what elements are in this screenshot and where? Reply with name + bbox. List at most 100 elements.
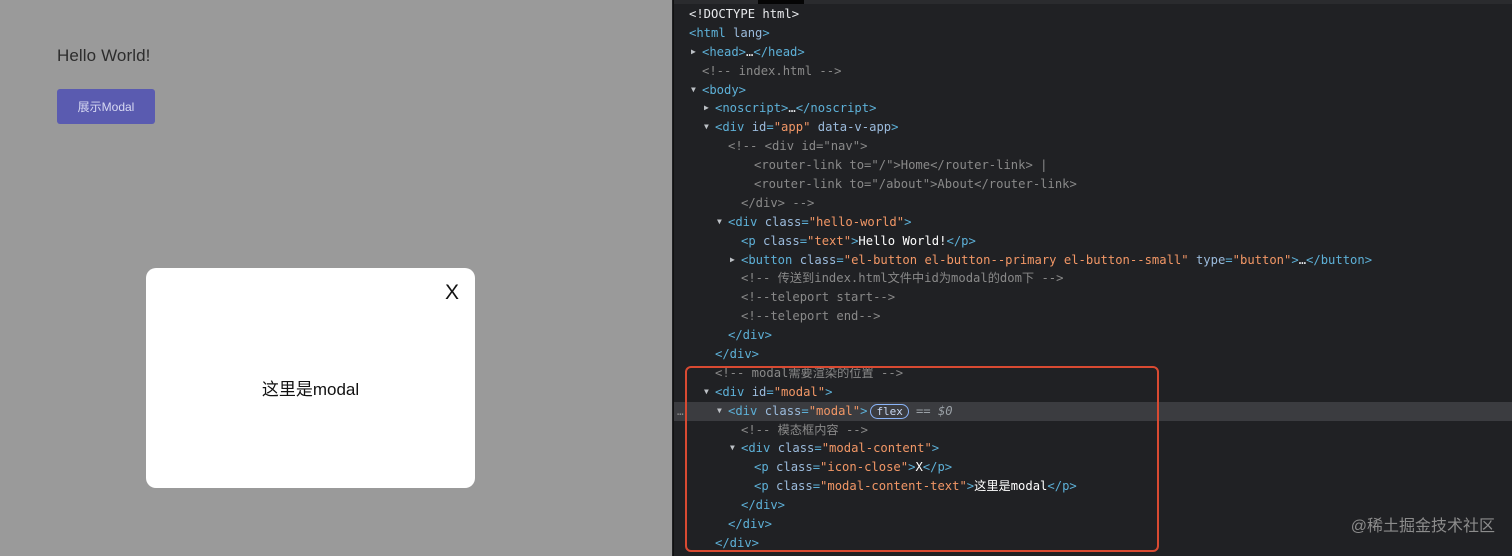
dom-tree-line[interactable]: </div> [674,345,1512,364]
dom-tree-line[interactable]: ▼ <div id="app" data-v-app> [674,118,1512,137]
dom-line-content: <button class="el-button el-button--prim… [741,251,1372,270]
token-attr: lang [733,25,763,40]
token-tag: </head> [753,44,805,59]
dom-line-content: <body> [702,81,746,100]
dom-tree-line[interactable]: ▼ <div class="hello-world"> [674,213,1512,232]
token-com: <!-- 传送到index.html文件中id为modal的dom下 --> [741,271,1064,286]
token-attr: class [799,252,837,267]
expand-triangle-closed-icon[interactable]: ▶ [691,43,696,62]
token-com: <!--teleport start--> [741,290,896,305]
token-txt: … [1298,252,1307,267]
token-attr: class [764,214,802,229]
dom-line-content: <!DOCTYPE html> [689,5,799,24]
token-tag: </noscript> [795,101,877,116]
dom-line-content: <!-- 传送到index.html文件中id为modal的dom下 --> [741,269,1063,288]
dom-tree-line[interactable]: ▶ <head>…</head> [674,43,1512,62]
token-txt-strong: Hello World! [858,233,947,248]
hello-world-text: Hello World! [57,46,151,65]
dom-line-content: <!--teleport start--> [741,288,895,307]
dom-line-content: <!-- <div id="nav"> [728,137,867,156]
token-attr: data-v-app [810,120,892,135]
selected-node-dots[interactable]: … [677,405,684,418]
dom-tree-line[interactable]: <router-link to="/">Home</router-link> | [674,156,1512,175]
modal-close-icon[interactable]: X [445,282,459,303]
token-tag: > [1291,252,1299,267]
token-com: <!-- <div id="nav"> [728,139,868,154]
token-doctype: <!DOCTYPE html> [689,7,800,21]
dom-tree-line[interactable]: </div> [674,326,1512,345]
token-tag: <p [741,233,764,248]
dom-line-content: <router-link to="/">Home</router-link> | [754,156,1048,175]
token-tag: </button> [1306,252,1373,267]
dom-tree-line[interactable]: </div> --> [674,194,1512,213]
expand-triangle-closed-icon[interactable]: ▶ [730,251,735,270]
dom-tree-line[interactable]: ▶ <button class="el-button el-button--pri… [674,251,1512,270]
dom-tree-line[interactable]: <!-- 传送到index.html文件中id为modal的dom下 --> [674,269,1512,288]
token-val: "app" [773,120,811,135]
dom-tree-line[interactable]: <!DOCTYPE html> [674,5,1512,24]
dom-tree-line[interactable]: <p class="text">Hello World!</p> [674,232,1512,251]
token-tag: <head> [702,44,747,59]
dom-line-content: </div> --> [741,194,814,213]
dom-line-content: </div> [715,345,759,364]
token-tag: > [762,25,770,40]
token-tag: <button [741,252,800,267]
dom-tree-line[interactable]: <!--teleport start--> [674,288,1512,307]
dom-tree-line[interactable]: <!-- index.html --> [674,62,1512,81]
token-tag: <noscript> [715,101,789,116]
token-tag: = [836,252,844,267]
dom-line-content: <div class="hello-world"> [728,213,911,232]
token-val: "button" [1232,252,1292,267]
watermark-text: @稀土掘金技术社区 [1350,518,1495,535]
token-com: <!-- index.html --> [702,63,842,78]
dom-tree-line[interactable]: <html lang> [674,24,1512,43]
token-tag: = [799,233,808,248]
token-txt: … [788,101,796,116]
token-attr: type [1188,252,1226,267]
dom-line-content: </div> [728,326,772,345]
modal-dialog: X 这里是modal [146,268,475,488]
dom-tree-line[interactable]: ▼ <body> [674,81,1512,100]
token-tag: = [1225,252,1233,267]
dom-tree-line[interactable]: <router-link to="/about">About</router-l… [674,175,1512,194]
dom-line-content: <head>…</head> [702,43,805,62]
dom-line-content: <div id="app" data-v-app> [715,118,898,137]
token-tag: </div> [728,328,773,343]
dom-line-content: <noscript>…</noscript> [715,99,876,118]
token-tag: = [801,214,809,229]
token-com: <router-link to="/">Home</router-link> | [754,158,1048,173]
app-preview-pane: Hello World! 展示Modal X 这里是modal [0,0,672,556]
token-com: </div> --> [741,195,815,210]
token-tag: <div [728,214,765,229]
dom-tree-line[interactable]: <!--teleport end--> [674,307,1512,326]
dom-line-content: <p class="text">Hello World!</p> [741,232,976,251]
token-tag: </p> [946,233,976,248]
highlight-frame [685,366,1159,552]
expand-triangle-open-icon[interactable]: ▼ [704,118,709,137]
show-modal-button[interactable]: 展示Modal [57,89,155,124]
token-attr: id [751,120,767,135]
token-tag: = [766,120,774,135]
expand-triangle-open-icon[interactable]: ▼ [691,81,696,100]
devtools-toolbar [674,0,1512,4]
dom-line-content: <!-- index.html --> [702,62,841,81]
token-tag: > [904,214,912,229]
dom-tree-line[interactable]: <!-- <div id="nav"> [674,137,1512,156]
token-tag: <html [689,25,734,40]
dom-line-content: <router-link to="/about">About</router-l… [754,175,1077,194]
token-attr: class [763,233,800,248]
dom-line-content: <!--teleport end--> [741,307,880,326]
token-val: "text" [807,233,852,248]
devtools-active-tab-indicator[interactable] [758,0,804,4]
token-com: <!--teleport end--> [741,309,881,324]
token-val: "el-button el-button--primary el-button-… [843,252,1189,267]
expand-triangle-closed-icon[interactable]: ▶ [704,99,709,118]
token-tag: </div> [715,347,760,362]
expand-triangle-open-icon[interactable]: ▼ [717,213,722,232]
token-val: "hello-world" [808,214,905,229]
devtools-elements-panel: <!DOCTYPE html> <html lang> ▶ <head>…</head… [673,0,1512,556]
modal-content-text: 这里是modal [261,380,360,399]
dom-tree-line[interactable]: ▶ <noscript>…</noscript> [674,99,1512,118]
token-com: <router-link to="/about">About</router-l… [754,177,1077,192]
token-tag: <body> [702,82,747,97]
